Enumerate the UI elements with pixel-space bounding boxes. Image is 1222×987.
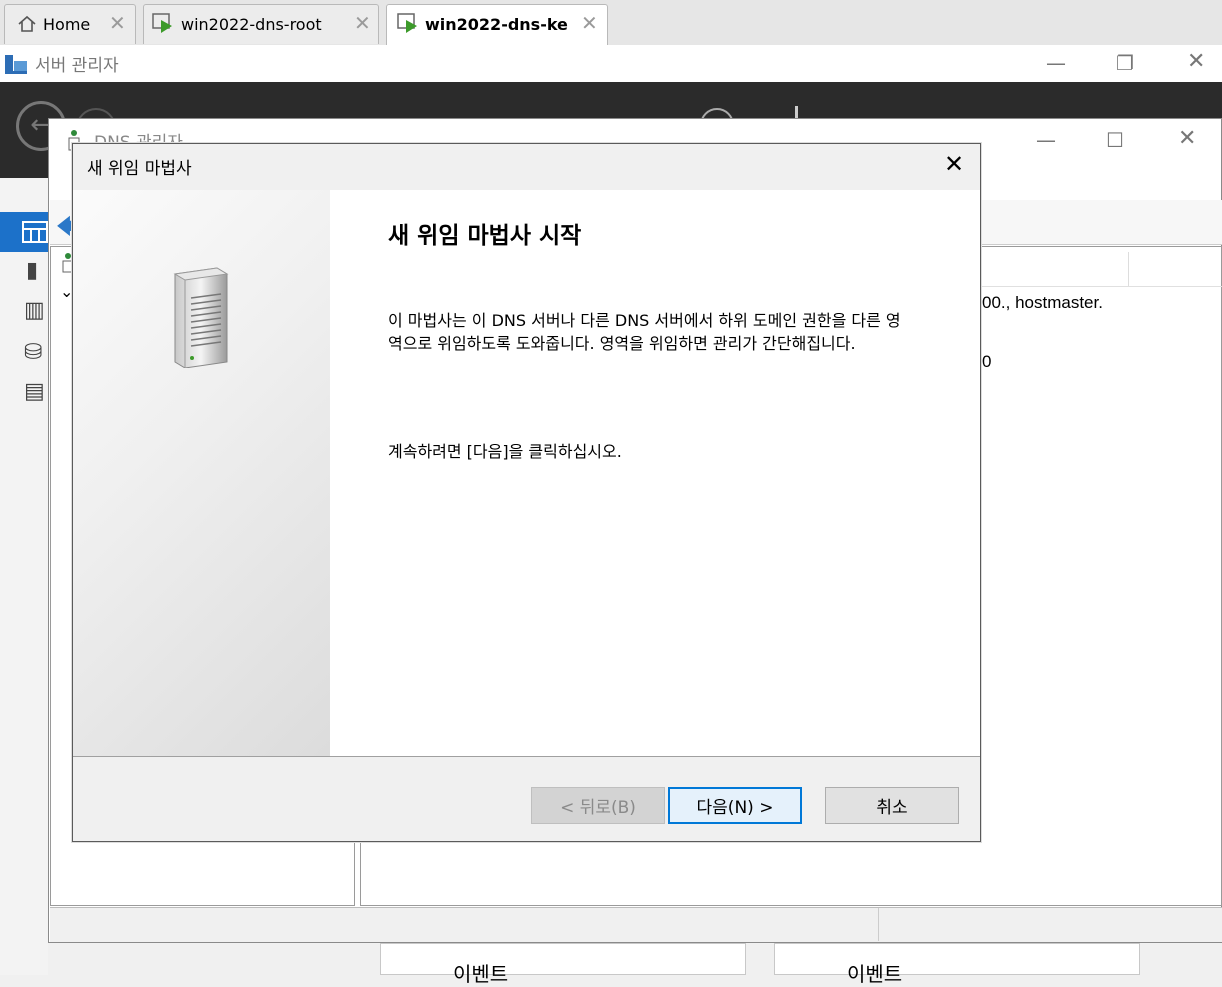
close-icon[interactable]: ✕ xyxy=(109,13,126,33)
server-manager-titlebar: 서버 관리자 — ❐ ✕ xyxy=(0,45,1222,82)
nav-item-dashboard[interactable] xyxy=(0,212,48,252)
server-tower-icon xyxy=(167,264,231,372)
tab-home[interactable]: Home ✕ xyxy=(4,4,136,44)
next-button[interactable]: 다음(N) > xyxy=(668,787,802,824)
close-button[interactable]: ✕ xyxy=(1187,51,1205,73)
close-icon[interactable]: ✕ xyxy=(354,13,371,33)
wizard-description: 이 마법사는 이 DNS 서버나 다른 DNS 서버에서 하위 도메인 권한을 … xyxy=(388,311,901,353)
minimize-button[interactable]: — xyxy=(1046,53,1066,73)
dialog-title: 새 위임 마법사 xyxy=(87,159,192,179)
vm-running-icon xyxy=(152,13,174,39)
status-bar xyxy=(50,907,1222,942)
tab-label: Home xyxy=(43,15,91,34)
vm-running-icon xyxy=(397,13,419,39)
back-button[interactable]: < 뒤로(B) xyxy=(531,787,665,824)
event-label: 이벤트 xyxy=(847,962,903,986)
dns-role-icon[interactable]: ⛁ xyxy=(24,342,42,364)
restore-button[interactable]: ❐ xyxy=(1116,53,1134,73)
tab-label: win2022-dns-root xyxy=(181,15,322,34)
close-icon[interactable]: ✕ xyxy=(944,152,964,176)
wizard-continue-text: 계속하려면 [다음]을 클릭하십시오. xyxy=(388,442,622,461)
status-divider xyxy=(878,908,879,941)
close-button[interactable]: ✕ xyxy=(1178,128,1196,150)
window-title: 서버 관리자 xyxy=(35,56,119,76)
dashboard-grid-icon xyxy=(22,221,48,247)
event-panel: 이벤트 xyxy=(380,943,746,986)
local-server-icon[interactable]: ▮ xyxy=(26,260,38,282)
all-servers-icon[interactable]: ▥ xyxy=(24,300,45,322)
cancel-button[interactable]: 취소 xyxy=(825,787,959,824)
record-value: 00., hostmaster. xyxy=(982,293,1103,312)
file-services-icon[interactable]: ▤ xyxy=(24,381,45,403)
close-icon[interactable]: ✕ xyxy=(581,13,598,33)
home-icon xyxy=(17,14,37,38)
column-divider[interactable] xyxy=(1128,252,1129,286)
server-manager-icon xyxy=(4,53,28,79)
minimize-button[interactable]: — xyxy=(1036,130,1056,150)
event-panel: 이벤트 xyxy=(774,943,1140,986)
maximize-button[interactable]: ☐ xyxy=(1106,130,1124,150)
record-value: 0 xyxy=(982,352,992,371)
tab-win2022-dns-ke[interactable]: win2022-dns-ke ✕ xyxy=(386,4,608,45)
wizard-heading: 새 위임 마법사 시작 xyxy=(388,223,582,249)
event-label: 이벤트 xyxy=(453,962,509,986)
tab-win2022-dns-root[interactable]: win2022-dns-root ✕ xyxy=(143,4,379,44)
tab-label: win2022-dns-ke xyxy=(425,15,568,34)
footer-separator xyxy=(73,756,980,757)
wizard-side-banner xyxy=(73,190,330,756)
